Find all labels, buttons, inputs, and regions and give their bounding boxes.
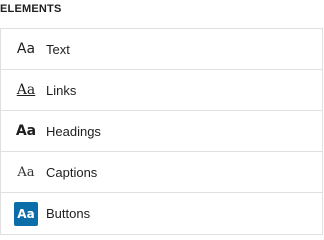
element-item-text[interactable]: Aa Text	[1, 29, 322, 70]
captions-typography-icon: Aa	[17, 164, 35, 180]
element-item-headings[interactable]: Aa Headings	[1, 111, 322, 152]
element-item-captions[interactable]: Aa Captions	[1, 152, 322, 193]
headings-typography-icon: Aa	[15, 123, 37, 139]
element-label-buttons: Buttons	[46, 206, 91, 221]
buttons-typography-icon: Aa	[14, 201, 38, 226]
section-title: ELEMENTS	[0, 3, 62, 15]
elements-panel: ELEMENTS Aa Text Aa Links Aa Headings Aa…	[0, 0, 324, 235]
links-typography-icon: Aa	[16, 82, 36, 98]
element-label-headings: Headings	[46, 123, 101, 139]
element-label-links: Links	[46, 82, 77, 98]
element-item-buttons[interactable]: Aa Buttons	[1, 193, 322, 234]
element-label-captions: Captions	[46, 164, 98, 180]
text-typography-icon: Aa	[16, 41, 36, 57]
element-item-links[interactable]: Aa Links	[1, 70, 322, 111]
element-label-text: Text	[46, 41, 70, 57]
elements-list: Aa Text Aa Links Aa Headings Aa Captions…	[0, 28, 323, 235]
